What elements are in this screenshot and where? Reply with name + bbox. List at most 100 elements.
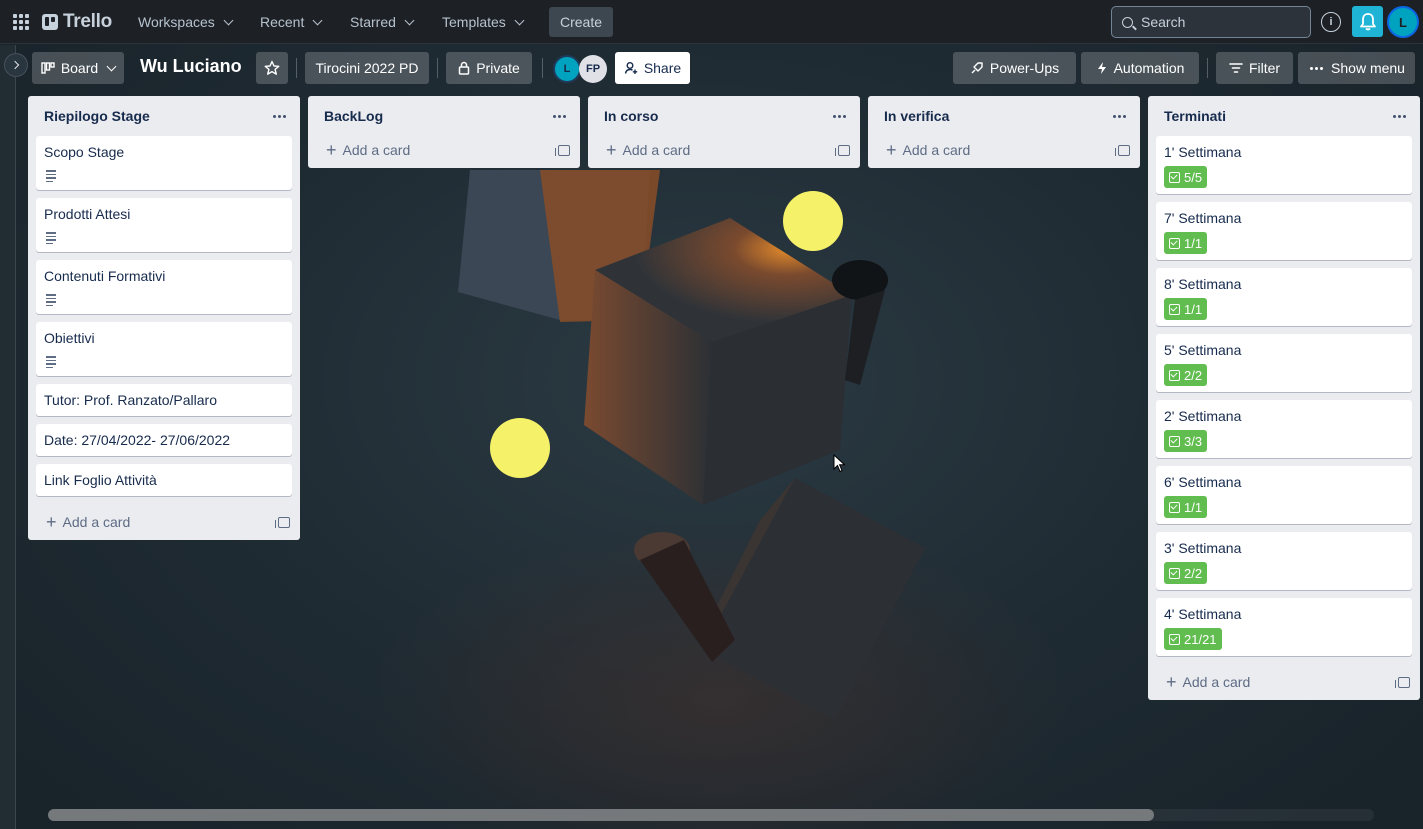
create-from-template-icon[interactable] [1395,676,1410,688]
recent-label: Recent [260,14,305,30]
card[interactable]: 3' Settimana 2/2 [1156,532,1412,590]
add-card-row: + Add a card [308,132,580,168]
checklist-badge: 1/1 [1164,232,1208,254]
plus-icon: + [1166,672,1177,692]
create-from-template-icon[interactable] [555,144,570,156]
card[interactable]: Contenuti Formativi [36,260,292,314]
list-menu-icon[interactable] [1109,111,1130,122]
starred-menu[interactable]: Starred [342,8,421,36]
search-input[interactable]: Search [1111,6,1311,38]
chevron-down-icon [514,15,525,25]
card-title: Tutor: Prof. Ranzato/Pallaro [44,392,218,408]
workspaces-menu[interactable]: Workspaces [130,8,240,36]
info-icon[interactable]: i [1321,12,1341,32]
checklist-count: 2/2 [1184,367,1203,383]
create-from-template-icon[interactable] [275,516,290,528]
apps-grid-icon[interactable] [8,8,34,36]
card-title: 1' Settimana [1164,144,1242,160]
add-card-button[interactable]: + Add a card [46,513,131,531]
card[interactable]: Prodotti Attesi [36,198,292,252]
list-title[interactable]: BackLog [324,108,383,124]
card[interactable]: 6' Settimana 1/1 [1156,466,1412,524]
list-title[interactable]: Riepilogo Stage [44,108,150,124]
checklist-count: 5/5 [1184,169,1203,185]
card[interactable]: Scopo Stage [36,136,292,190]
power-ups-button[interactable]: Power-Ups [953,52,1076,84]
share-button[interactable]: Share [615,52,690,84]
plus-icon: + [886,140,897,160]
visibility-label: Private [476,60,520,76]
list-header: In verifica [868,96,1140,136]
card-title: Obiettivi [44,330,95,346]
checklist-icon [1169,567,1180,579]
star-board-button[interactable] [256,52,288,84]
add-card-label: Add a card [902,142,971,158]
add-card-button[interactable]: + Add a card [1166,672,1250,692]
card[interactable]: 2' Settimana 3/3 [1156,400,1412,458]
create-from-template-icon[interactable] [1115,144,1130,156]
card[interactable]: 8' Settimana 1/1 [1156,268,1412,326]
filter-button[interactable]: Filter [1216,52,1293,84]
recent-menu[interactable]: Recent [252,8,329,36]
board-title[interactable]: Wu Luciano [140,56,242,80]
templates-label: Templates [442,14,506,30]
add-card-label: Add a card [622,142,691,158]
member-avatar[interactable]: L [553,55,581,83]
horizontal-scrollbar-thumb[interactable] [48,809,1154,821]
card[interactable]: 7' Settimana 1/1 [1156,202,1412,260]
search-icon [1122,16,1133,28]
workspace-button[interactable]: Tirocini 2022 PD [305,52,429,84]
card[interactable]: Link Foglio Attività [36,464,292,496]
checklist-icon [1169,303,1180,315]
card[interactable]: Obiettivi [36,322,292,376]
board-view-switcher[interactable]: Board [32,52,124,84]
add-card-label: Add a card [62,514,131,530]
list-title[interactable]: In verifica [884,108,949,124]
checklist-count: 21/21 [1184,631,1217,647]
card-title: Date: 27/04/2022- 27/06/2022 [44,432,231,448]
card-title: Prodotti Attesi [44,206,131,222]
sidebar-rail [0,45,16,829]
card-title: 8' Settimana [1164,276,1242,292]
add-member-icon [624,62,638,74]
card[interactable]: 4' Settimana 21/21 [1156,598,1412,656]
add-card-button[interactable]: + Add a card [606,141,691,159]
add-card-row: + Add a card [868,132,1140,168]
trello-logo[interactable]: Trello [42,11,112,33]
checklist-badge: 2/2 [1164,562,1208,584]
checklist-count: 3/3 [1184,433,1203,449]
create-button[interactable]: Create [549,7,613,37]
show-menu-button[interactable]: Show menu [1298,52,1415,84]
card-title: 3' Settimana [1164,540,1242,556]
list-menu-icon[interactable] [829,111,850,122]
list-menu-icon[interactable] [549,111,570,122]
list-title[interactable]: Terminati [1164,108,1226,124]
list-menu-icon[interactable] [1389,111,1410,122]
notifications-button[interactable] [1352,6,1383,37]
visibility-button[interactable]: Private [446,52,532,84]
expand-sidebar-button[interactable] [4,53,28,77]
create-from-template-icon[interactable] [835,144,850,156]
checklist-icon [1169,171,1180,183]
account-avatar[interactable]: L [1387,6,1419,38]
list-header: BackLog [308,96,580,136]
templates-menu[interactable]: Templates [434,8,531,36]
checklist-badge: 21/21 [1164,628,1222,650]
add-card-button[interactable]: + Add a card [326,141,410,159]
card[interactable]: 1' Settimana 5/5 [1156,136,1412,194]
description-icon [44,292,58,308]
member-avatar[interactable]: FP [579,55,607,83]
checklist-count: 1/1 [1184,235,1203,251]
automation-button[interactable]: Automation [1081,52,1199,84]
list-title[interactable]: In corso [604,108,658,124]
checklist-badge: 2/2 [1164,364,1208,386]
card[interactable]: Date: 27/04/2022- 27/06/2022 [36,424,292,456]
card-title: 6' Settimana [1164,474,1242,490]
add-card-button[interactable]: + Add a card [886,140,971,160]
show-menu-label: Show menu [1331,60,1405,76]
checklist-badge: 5/5 [1164,166,1208,188]
list-menu-icon[interactable] [269,111,290,122]
card[interactable]: 5' Settimana 2/2 [1156,334,1412,392]
card[interactable]: Tutor: Prof. Ranzato/Pallaro [36,384,292,416]
lightning-icon [1097,62,1106,74]
